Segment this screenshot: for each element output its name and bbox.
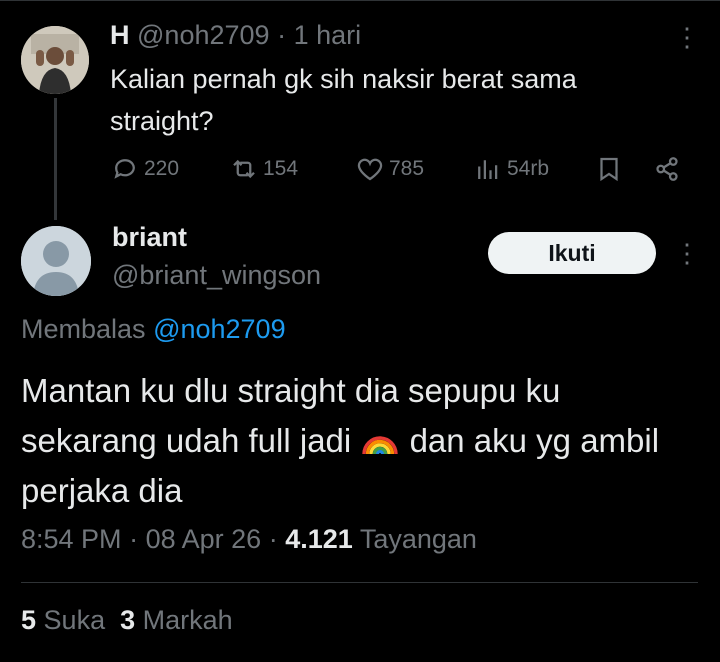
meta-separator: · [268,524,278,554]
repost-button[interactable]: 154 [229,154,298,184]
bookmarks-count: 3 [120,605,136,635]
thread-connector [54,98,57,220]
reply-avatar[interactable] [21,226,91,296]
parent-more-icon[interactable]: ⋮ [674,24,700,50]
repost-icon [233,159,255,179]
view-count-value: 4.121 [285,524,353,554]
parent-header: H @noh2709 · 1 hari [110,20,361,51]
share-icon [656,157,678,181]
parent-handle[interactable]: @noh2709 [137,20,270,50]
likes-label: Suka [43,605,106,635]
tweet-date[interactable]: 08 Apr 26 [146,524,262,554]
reply-tweet-text: Mantan ku dlu straight dia sepupu ku sek… [21,366,701,516]
reply-button[interactable]: 220 [110,154,179,184]
view-count-label: Tayangan [359,524,477,554]
tweet-time[interactable]: 8:54 PM [21,524,122,554]
bookmarks-stat[interactable]: 3 Markah [120,605,233,635]
parent-time[interactable]: 1 hari [294,20,362,50]
replying-prefix: Membalas [21,314,146,344]
view-count: 54rb [507,157,550,180]
default-avatar-icon [21,226,91,296]
tweet-meta: 8:54 PM · 08 Apr 26 · 4.121 Tayangan [21,524,477,555]
share-button[interactable] [652,154,686,184]
reply-display-name[interactable]: briant [112,222,187,253]
bookmarks-label: Markah [142,605,233,635]
parent-avatar[interactable] [21,26,89,94]
top-divider [0,0,720,1]
parent-tweet-text: Kalian pernah gk sih naksir berat sama s… [110,64,577,136]
engagement-stats: 5 Suka 3 Markah [21,605,233,636]
reply-handle[interactable]: @briant_wingson [112,260,321,291]
reply-more-icon[interactable]: ⋮ [674,240,700,266]
stats-divider [21,582,698,583]
avatar-photo-icon [21,26,89,94]
replying-to: Membalas @noh2709 [21,314,286,345]
reply-count: 220 [144,157,180,180]
parent-display-name[interactable]: H [110,20,130,50]
bookmark-icon [600,157,618,182]
likes-count: 5 [21,605,37,635]
follow-button[interactable]: Ikuti [488,232,656,274]
views-icon [478,160,498,179]
like-button[interactable]: 785 [355,154,424,184]
bookmark-button[interactable] [594,154,628,184]
rainbow-emoji-icon [362,436,399,455]
like-count: 785 [389,157,425,180]
repost-count: 154 [263,157,299,180]
like-icon [357,158,383,181]
views-button[interactable]: 54rb [473,154,549,184]
meta-separator: · [129,524,139,554]
replying-to-handle[interactable]: @noh2709 [153,314,286,344]
reply-icon [114,159,135,179]
header-separator: · [277,20,287,50]
likes-stat[interactable]: 5 Suka [21,605,105,635]
